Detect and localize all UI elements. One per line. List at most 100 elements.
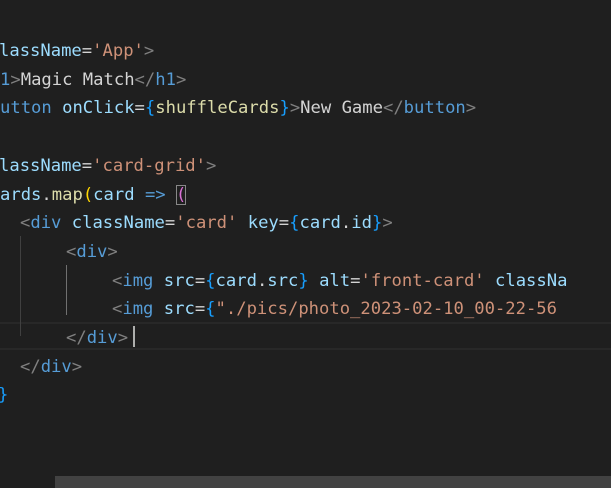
code-line[interactable]: </div> [66,324,128,353]
code-token: { [205,270,216,291]
code-line[interactable]: <div> [66,238,118,267]
code-line[interactable]: </div> [20,353,82,382]
code-token: { [205,299,216,320]
code-token: card [215,270,257,291]
code-token: . [41,184,52,205]
code-line[interactable]: lassName='card-grid'> [0,152,216,181]
code-token: = [164,213,176,234]
code-token: card [299,213,341,234]
code-token: > [107,241,118,262]
code-token: = [81,155,93,176]
code-token: id [351,213,372,234]
code-token: </ [20,356,41,377]
code-token: classNa [495,270,568,291]
code-token: < [20,213,31,234]
code-token: 1 [0,69,11,90]
code-token: . [256,270,268,291]
code-token: div [86,328,118,348]
code-line[interactable]: <img src={card.src} alt='front-card' cla… [112,267,567,296]
code-token: = [81,41,93,61]
code-token: </ [382,98,404,119]
code-token: = [194,299,206,320]
code-token: ( [176,184,187,205]
code-token: > [143,41,155,61]
code-token: } [298,270,309,291]
code-token: < [66,241,77,262]
code-token: > [205,155,217,176]
code-token: lassName [0,155,82,176]
code-token: alt [319,270,351,291]
code-token: onClick [62,98,135,119]
code-token: utton [0,98,52,119]
code-token: { [289,213,300,234]
code-token: img [122,270,154,291]
code-token: button [403,98,466,119]
code-token: } [371,213,383,234]
code-token: 'card' [175,213,238,234]
code-token: > [10,69,21,90]
code-token: div [30,213,62,234]
code-token: > [175,69,187,90]
code-token: map [51,184,83,205]
code-token: Magic Match [20,69,135,90]
code-token: New Game [300,98,383,119]
code-token: > [71,356,83,377]
code-line[interactable]: } [0,381,8,410]
code-token: img [122,299,154,320]
code-token: < [112,299,123,320]
code-token: key [247,213,279,234]
code-token: => [144,184,166,205]
code-token: > [382,213,393,234]
code-token: h1 [155,69,176,90]
code-token: card [93,184,135,205]
code-token: "./pics/photo_2023-02-10_00-22-56 [215,299,558,320]
code-token: = [134,98,145,119]
code-token: 'front-card' [360,270,485,291]
code-token: src [163,270,195,291]
code-editor[interactable]: lassName='App'> 1>Magic Match</h1> utton o… [0,0,611,488]
code-line[interactable]: <div className='card' key={card.id}> [20,209,393,238]
code-token: src [267,270,299,291]
code-token: lassName [0,41,82,61]
code-token: className [71,213,165,234]
code-token: </ [66,328,87,348]
code-token: 'App' [92,41,144,61]
code-token: div [76,241,108,262]
code-token: > [465,98,477,119]
code-token: = [350,270,361,291]
code-token: } [0,385,8,405]
code-token: = [278,213,290,234]
code-line[interactable]: <img src={"./pics/photo_2023-02-10_00-22… [112,295,557,324]
code-token: 'card-grid' [92,155,206,176]
code-token: > [289,98,301,119]
code-token: shuffleCards [155,98,280,119]
code-token: div [40,356,72,377]
text-cursor [133,326,135,347]
code-line[interactable]: lassName='App'> [0,37,154,66]
code-token: </ [134,69,156,90]
code-token: > [117,328,129,348]
code-token: src [163,299,195,320]
code-token: } [279,98,290,119]
code-token: ( [82,184,94,205]
horizontal-scrollbar[interactable] [55,476,611,488]
code-line[interactable]: ards.map(card => ( [0,181,187,210]
code-token: < [112,270,123,291]
code-token: { [144,98,156,119]
code-line[interactable]: 1>Magic Match</h1> [0,66,186,95]
code-line[interactable]: utton onClick={shuffleCards}>New Game</b… [0,94,476,123]
indent-guide [20,236,21,336]
code-token: . [340,213,352,234]
code-token: ards [0,184,42,205]
code-token: = [194,270,206,291]
indent-guide-active [66,265,67,315]
